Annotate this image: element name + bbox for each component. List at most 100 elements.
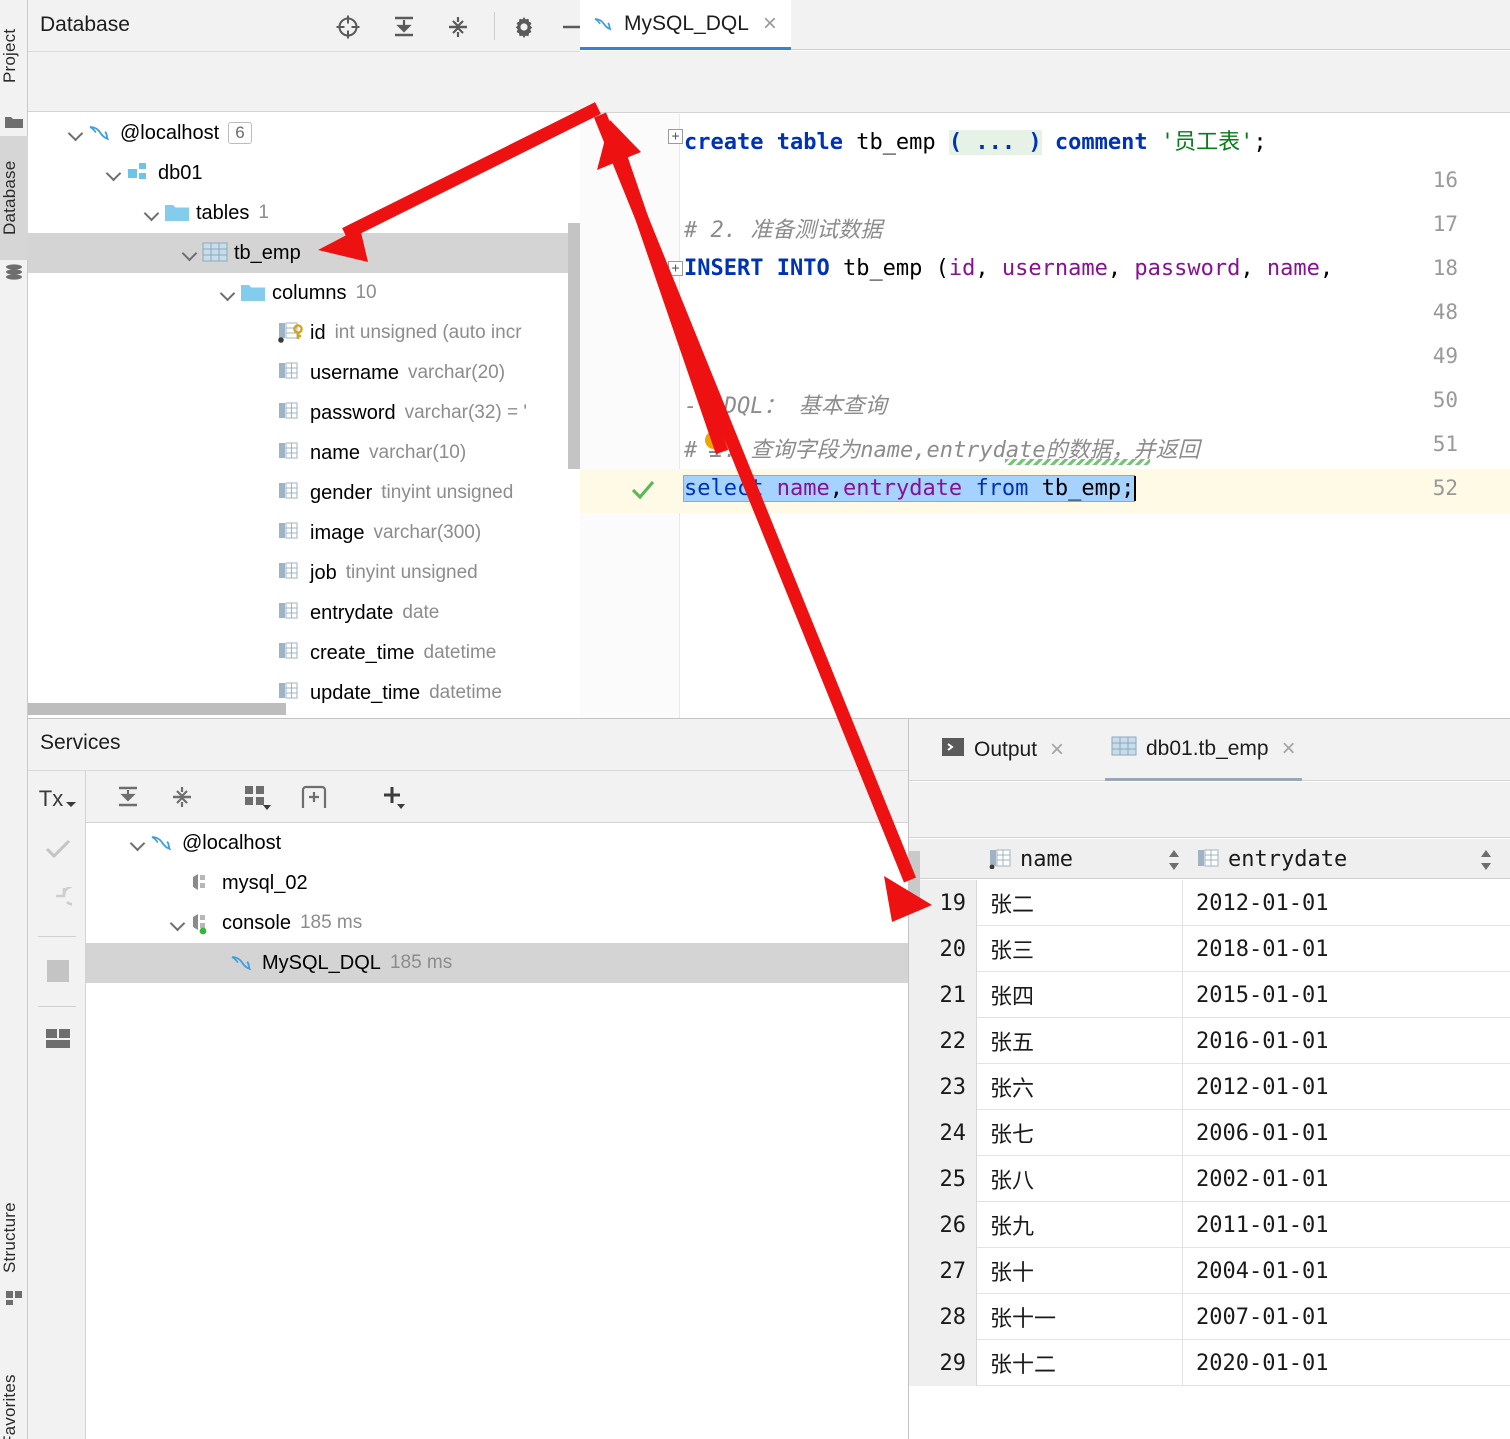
cell-entrydate[interactable]: 2012-01-01 [1184, 1064, 1510, 1110]
stop-button[interactable] [38, 951, 78, 991]
db-tree-item-tb_emp[interactable]: tb_emp [28, 233, 580, 273]
chevron-down-icon[interactable] [218, 282, 240, 304]
cell-entrydate[interactable]: 2004-01-01 [1184, 1248, 1510, 1294]
locate-icon[interactable] [330, 9, 366, 45]
sidebar-item-structure[interactable]: Structure [0, 1178, 28, 1298]
cell-entrydate[interactable]: 2016-01-01 [1184, 1018, 1510, 1064]
db-tree-item-localhost[interactable]: @localhost 6 [28, 113, 580, 153]
code-line[interactable]: -- DQL： 基本查询 [684, 388, 887, 420]
cell-name[interactable]: 张七 [978, 1110, 1183, 1156]
cell-name[interactable]: 张六 [978, 1064, 1183, 1110]
tab-db01-tb-emp[interactable]: db01.tb_emp × [1105, 719, 1302, 781]
db-tree-item-job[interactable]: job tinyint unsigned [28, 553, 580, 593]
cell-entrydate[interactable]: 2011-01-01 [1184, 1202, 1510, 1248]
grid-vertical-scrollbar[interactable] [909, 851, 920, 911]
table-row[interactable]: 22 张五 2016-01-01 [909, 1018, 1510, 1064]
commit-button[interactable] [38, 829, 78, 869]
code-line[interactable]: create table tb_emp ( ... ) comment '员工表… [684, 124, 1267, 156]
chevron-down-icon[interactable] [142, 202, 164, 224]
cell-entrydate[interactable]: 2002-01-01 [1184, 1156, 1510, 1202]
add-frame-button[interactable] [292, 777, 336, 817]
code-line[interactable]: # 2. 准备测试数据 [684, 212, 882, 244]
table-row[interactable]: 19 张二 2012-01-01 [909, 880, 1510, 926]
column-header-entrydate[interactable]: entrydate [1197, 839, 1347, 879]
db-tree-item-entrydate[interactable]: entrydate date [28, 593, 580, 633]
add-service-button[interactable] [372, 777, 416, 817]
db-tree-item-id[interactable]: id int unsigned (auto incr [28, 313, 580, 353]
sort-arrows-icon[interactable] [1167, 849, 1181, 870]
db-tree-item-create_time[interactable]: create_time datetime [28, 633, 580, 673]
table-row[interactable]: 29 张十二 2020-01-01 [909, 1340, 1510, 1386]
cell-name[interactable]: 张五 [978, 1018, 1183, 1064]
fold-expand-icon[interactable]: + [668, 261, 683, 276]
db-tree-item-name[interactable]: name varchar(10) [28, 433, 580, 473]
code-line[interactable]: INSERT INTO tb_emp (id, username, passwo… [684, 256, 1333, 281]
chevron-down-icon[interactable] [104, 162, 126, 184]
table-row[interactable]: 27 张十 2004-01-01 [909, 1248, 1510, 1294]
column-header-name[interactable]: name [989, 839, 1073, 879]
collapse-all-icon[interactable] [162, 777, 202, 817]
svc-tree-item-localhost[interactable]: @localhost [86, 823, 908, 863]
cell-entrydate[interactable]: 2020-01-01 [1184, 1340, 1510, 1386]
sql-code-editor[interactable]: + create table tb_emp ( ... ) comment '员工… [580, 114, 1510, 718]
svc-tree-item-console[interactable]: console 185 ms [86, 903, 908, 943]
cell-entrydate[interactable]: 2007-01-01 [1184, 1294, 1510, 1340]
table-row[interactable]: 24 张七 2006-01-01 [909, 1110, 1510, 1156]
expand-all-icon[interactable] [108, 777, 148, 817]
cell-name[interactable]: 张三 [978, 926, 1183, 972]
db-tree-item-columns[interactable]: columns 10 [28, 273, 580, 313]
gear-icon[interactable] [506, 9, 542, 45]
cell-name[interactable]: 张四 [978, 972, 1183, 1018]
db-tree-item-db01[interactable]: db01 [28, 153, 580, 193]
tab-output[interactable]: Output × [935, 719, 1070, 781]
svc-tree-item-mysql_02[interactable]: mysql_02 [86, 863, 908, 903]
db-tree-item-image[interactable]: image varchar(300) [28, 513, 580, 553]
cell-name[interactable]: 张十 [978, 1248, 1183, 1294]
table-row[interactable]: 23 张六 2012-01-01 [909, 1064, 1510, 1110]
services-tree[interactable]: @localhost mysql_02 console 185 ms MySQL_DQL… [86, 823, 908, 1439]
sidebar-item-database[interactable]: Database [0, 136, 28, 260]
intention-bulb-icon[interactable] [701, 428, 727, 464]
layout-button[interactable] [38, 1019, 78, 1059]
rollback-button[interactable] [38, 881, 78, 921]
tree-horizontal-scrollbar[interactable] [28, 703, 286, 715]
database-tree[interactable]: @localhost 6 db01 tables 1 tb_emp columns 10 id i… [28, 113, 580, 718]
chevron-down-icon[interactable] [180, 242, 202, 264]
table-row[interactable]: 26 张九 2011-01-01 [909, 1202, 1510, 1248]
group-by-button[interactable] [236, 777, 280, 817]
cell-name[interactable]: 张十二 [978, 1340, 1183, 1386]
chevron-down-icon[interactable] [168, 912, 190, 934]
selected-statement[interactable]: select name,entrydate from tb_emp; [682, 475, 1136, 502]
table-row[interactable]: 25 张八 2002-01-01 [909, 1156, 1510, 1202]
folded-code-placeholder[interactable]: ( ... ) [948, 130, 1042, 155]
collapse-all-icon[interactable] [440, 9, 476, 45]
cell-entrydate[interactable]: 2006-01-01 [1184, 1110, 1510, 1156]
result-grid[interactable]: name entrydate 19 张二 2012-01-01 20 张三 20… [909, 839, 1510, 1439]
close-icon[interactable]: × [1282, 736, 1296, 760]
cell-entrydate[interactable]: 2015-01-01 [1184, 972, 1510, 1018]
db-tree-item-username[interactable]: username varchar(20) [28, 353, 580, 393]
table-row[interactable]: 21 张四 2015-01-01 [909, 972, 1510, 1018]
tree-vertical-scrollbar[interactable] [568, 223, 580, 469]
chevron-down-icon[interactable] [66, 122, 88, 144]
db-tree-item-tables[interactable]: tables 1 [28, 193, 580, 233]
db-tree-item-password[interactable]: password varchar(32) = ' [28, 393, 580, 433]
cell-name[interactable]: 张十一 [978, 1294, 1183, 1340]
tx-dropdown-button[interactable]: Tx [34, 779, 82, 819]
cell-entrydate[interactable]: 2018-01-01 [1184, 926, 1510, 972]
db-tree-item-gender[interactable]: gender tinyint unsigned [28, 473, 580, 513]
expand-all-icon[interactable] [386, 9, 422, 45]
cell-name[interactable]: 张八 [978, 1156, 1183, 1202]
table-row[interactable]: 28 张十一 2007-01-01 [909, 1294, 1510, 1340]
sidebar-item-project[interactable]: Project [0, 4, 28, 108]
tab-mysql-dql[interactable]: MySQL_DQL × [580, 0, 791, 50]
chevron-down-icon[interactable] [128, 832, 150, 854]
fold-expand-icon[interactable]: + [668, 129, 683, 144]
cell-entrydate[interactable]: 2012-01-01 [1184, 880, 1510, 926]
table-row[interactable]: 20 张三 2018-01-01 [909, 926, 1510, 972]
code-line[interactable]: select name,entrydate from tb_emp; [682, 475, 1137, 502]
cell-name[interactable]: 张二 [978, 880, 1183, 926]
sidebar-item-favorites[interactable]: Favorites [0, 1350, 28, 1439]
cell-name[interactable]: 张九 [978, 1202, 1183, 1248]
svc-tree-item-mysql_dql[interactable]: MySQL_DQL 185 ms [86, 943, 908, 983]
